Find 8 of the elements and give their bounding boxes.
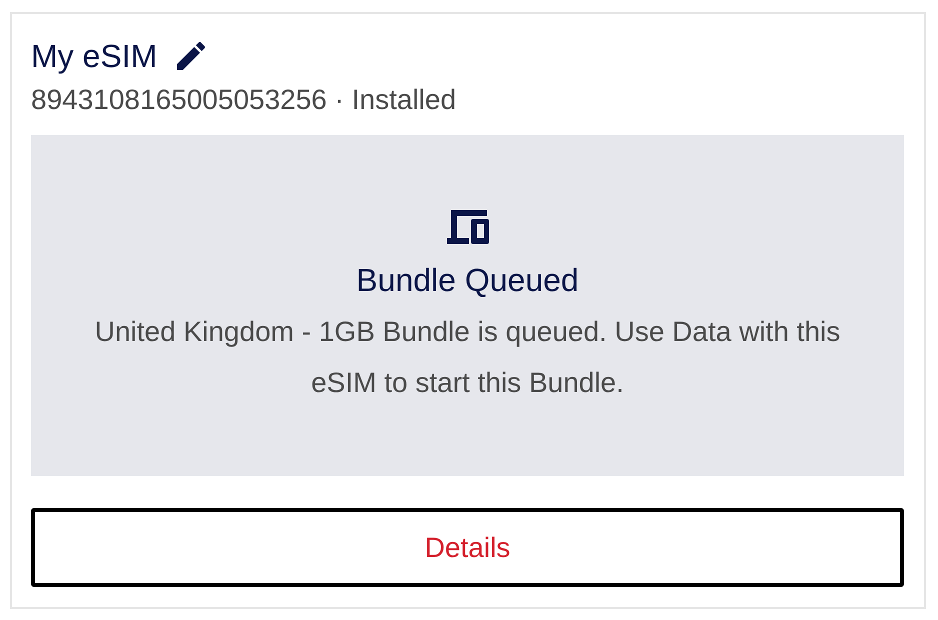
status-title: Bundle Queued (356, 261, 579, 299)
devices-icon (446, 210, 488, 244)
status-message: United Kingdom - 1GB Bundle is queued. Use Data with this eSIM to start this Bundle. (94, 315, 842, 400)
card-subtitle: 8943108165005053256 · Installed (31, 83, 458, 117)
card-title: My eSIM (31, 37, 158, 76)
details-button[interactable]: Details (31, 508, 904, 587)
pencil-icon (177, 42, 206, 70)
edit-button[interactable] (177, 42, 206, 70)
